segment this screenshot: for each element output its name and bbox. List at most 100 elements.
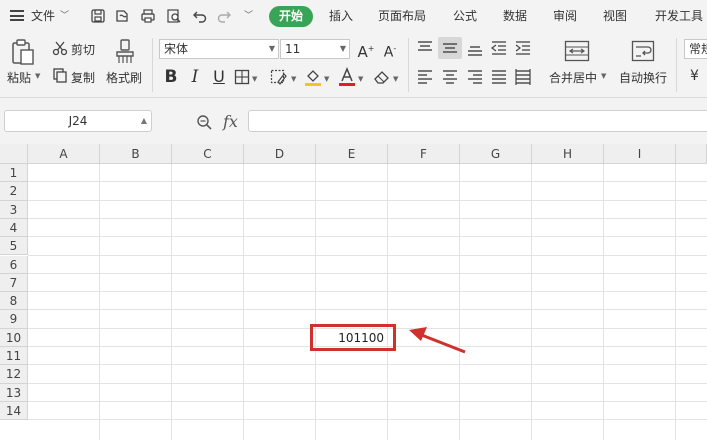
increase-indent-icon[interactable] — [514, 39, 532, 57]
formula-input[interactable] — [248, 110, 707, 132]
zoom-icon[interactable] — [196, 114, 213, 131]
column-header-e[interactable]: E — [316, 144, 388, 164]
align-middle-button[interactable] — [438, 37, 462, 59]
row-header-3[interactable]: 3 — [0, 200, 28, 219]
grid-row-line — [28, 254, 707, 256]
grid-column-line — [243, 164, 244, 440]
italic-button[interactable]: I — [184, 66, 206, 88]
scissors-icon[interactable] — [52, 40, 68, 56]
column-header-d[interactable]: D — [244, 144, 316, 164]
font-color-icon[interactable] — [338, 67, 356, 87]
increase-font-size-icon[interactable]: A+ — [355, 38, 377, 61]
tab-review[interactable]: 审阅 — [553, 0, 577, 32]
number-format-select[interactable]: 常规 — [684, 39, 707, 59]
merge-center-button[interactable]: 合并居中 — [549, 69, 597, 86]
column-header-i[interactable]: I — [604, 144, 676, 164]
bold-button[interactable]: B — [160, 66, 182, 88]
menu-icon[interactable] — [10, 10, 24, 21]
decrease-font-size-icon[interactable]: A- — [379, 38, 401, 61]
font-name-select[interactable]: 宋体 ▼ — [159, 39, 279, 59]
tab-home[interactable]: 开始 — [269, 6, 313, 27]
row-header-9[interactable]: 9 — [0, 310, 28, 329]
grid-column-line — [99, 164, 100, 440]
fill-color-dropdown-icon[interactable]: ▼ — [324, 75, 329, 83]
file-menu[interactable]: 文件 — [31, 0, 55, 32]
tab-developer[interactable]: 开发工具 — [655, 0, 703, 32]
name-box[interactable]: J24 ▲ — [4, 110, 152, 132]
row-header-6[interactable]: 6 — [0, 255, 28, 274]
fill-color-icon[interactable] — [304, 67, 322, 87]
row-header-7[interactable]: 7 — [0, 273, 28, 293]
print-preview-icon[interactable] — [166, 8, 182, 24]
align-middle-icon — [443, 43, 457, 53]
insert-function-button[interactable]: fx — [223, 112, 238, 131]
column-header-j[interactable] — [676, 144, 707, 164]
column-header-a[interactable]: A — [28, 144, 100, 164]
font-color-dropdown-icon[interactable]: ▼ — [358, 75, 363, 83]
borders-dropdown-icon[interactable]: ▼ — [252, 75, 257, 83]
paste-icon[interactable] — [10, 38, 36, 66]
align-left-icon[interactable] — [416, 68, 434, 86]
formula-bar: J24 ▲ fx — [0, 98, 707, 144]
font-size-select[interactable]: 11 ▼ — [280, 39, 350, 59]
paste-button[interactable]: 粘贴 — [7, 69, 31, 86]
save-icon[interactable] — [90, 8, 106, 24]
tab-page-layout[interactable]: 页面布局 — [378, 0, 426, 32]
format-painter-icon[interactable] — [114, 38, 136, 66]
row-header-1[interactable]: 1 — [0, 164, 28, 183]
underline-button[interactable]: U — [208, 66, 230, 88]
align-center-icon[interactable] — [441, 68, 459, 86]
tab-data[interactable]: 数据 — [503, 0, 527, 32]
eraser-icon[interactable] — [373, 69, 391, 85]
justify-icon[interactable] — [490, 68, 508, 86]
merge-center-dropdown-icon[interactable]: ▼ — [601, 72, 606, 80]
chevron-down-icon: ▲ — [140, 116, 147, 125]
cut-button[interactable]: 剪切 — [71, 41, 95, 58]
tab-view[interactable]: 视图 — [603, 0, 627, 32]
column-header-f[interactable]: F — [388, 144, 460, 164]
borders-icon[interactable] — [234, 69, 250, 85]
paste-dropdown-icon[interactable]: ▼ — [35, 72, 40, 80]
row-header-5[interactable]: 5 — [0, 237, 28, 256]
tab-formulas[interactable]: 公式 — [453, 0, 477, 32]
column-header-b[interactable]: B — [100, 144, 172, 164]
select-all-corner[interactable] — [0, 144, 28, 164]
row-header-10[interactable]: 10 — [0, 328, 28, 347]
column-header-g[interactable]: G — [460, 144, 532, 164]
tab-insert[interactable]: 插入 — [329, 0, 353, 32]
grid-row-line — [28, 400, 707, 402]
currency-format-button[interactable]: ¥ — [690, 68, 699, 84]
row-header-8[interactable]: 8 — [0, 292, 28, 311]
cell-format-dropdown-icon[interactable]: ▼ — [291, 75, 296, 83]
column-header-h[interactable]: H — [532, 144, 604, 164]
redo-icon[interactable] — [216, 8, 232, 24]
file-menu-chevron-icon[interactable]: ﹀ — [60, 0, 69, 32]
clear-dropdown-icon[interactable]: ▼ — [393, 75, 398, 83]
quick-access-chevron-icon[interactable]: ﹀ — [244, 0, 253, 32]
decrease-indent-icon[interactable] — [490, 39, 508, 57]
column-header-c[interactable]: C — [172, 144, 244, 164]
align-top-icon[interactable] — [416, 39, 434, 57]
row-header-11[interactable]: 11 — [0, 347, 28, 366]
chevron-down-icon: ▼ — [268, 44, 275, 53]
row-header-12[interactable]: 12 — [0, 365, 28, 384]
copy-icon[interactable] — [52, 67, 68, 83]
copy-button[interactable]: 复制 — [71, 69, 95, 86]
undo-icon[interactable] — [192, 8, 208, 24]
spreadsheet-grid[interactable]: A B C D E F G H I 1 2 3 4 5 6 7 8 9 10 11 12 13 14 101100 — [0, 144, 707, 440]
wrap-text-icon[interactable] — [631, 40, 655, 62]
align-bottom-icon[interactable] — [466, 39, 484, 57]
merge-center-icon[interactable] — [564, 40, 590, 62]
distributed-align-icon[interactable] — [514, 68, 532, 86]
row-header-13[interactable]: 13 — [0, 383, 28, 402]
format-painter-button[interactable]: 格式刷 — [106, 69, 142, 86]
wrap-text-button[interactable]: 自动换行 — [619, 69, 667, 86]
print-icon[interactable] — [140, 8, 156, 24]
ribbon-divider — [408, 38, 409, 92]
row-header-4[interactable]: 4 — [0, 218, 28, 238]
row-header-2[interactable]: 2 — [0, 182, 28, 201]
output-pdf-icon[interactable] — [114, 8, 130, 24]
row-header-14[interactable]: 14 — [0, 401, 28, 421]
align-right-icon[interactable] — [466, 68, 484, 86]
cell-format-icon[interactable] — [270, 69, 288, 85]
